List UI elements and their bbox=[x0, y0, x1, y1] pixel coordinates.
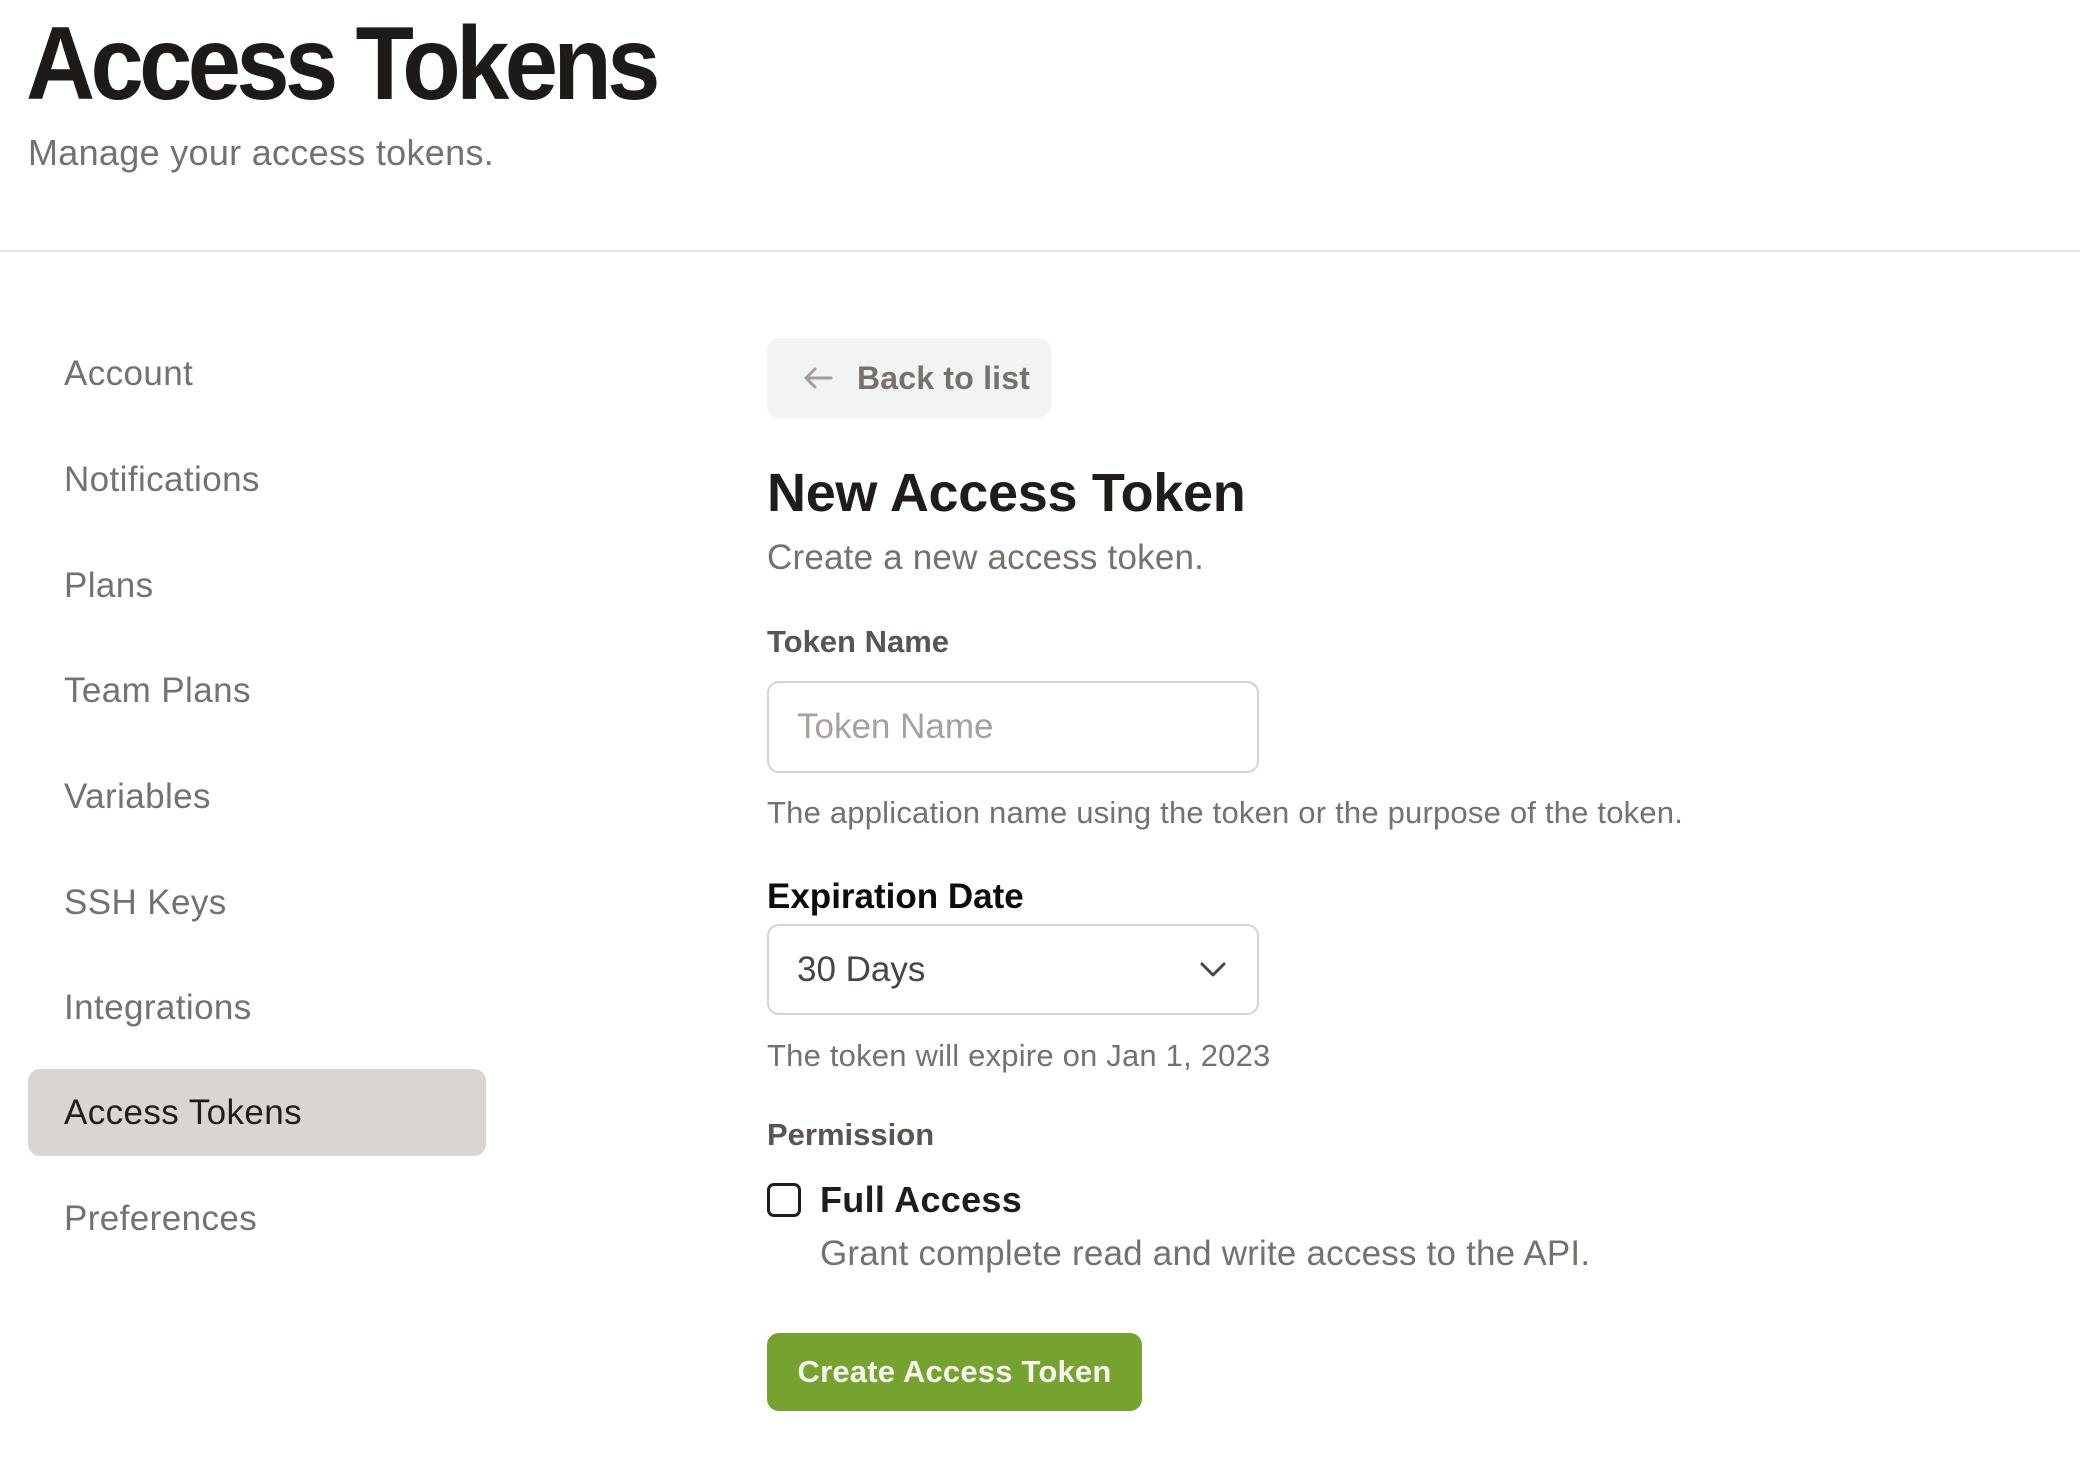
expiration-date-value: 30 Days bbox=[797, 949, 926, 989]
sidebar-item-notifications[interactable]: Notifications bbox=[28, 436, 486, 523]
sidebar-item-account[interactable]: Account bbox=[28, 330, 486, 417]
sidebar-item-variables[interactable]: Variables bbox=[28, 753, 486, 840]
back-to-list-button[interactable]: Back to list bbox=[767, 338, 1051, 418]
expiration-date-select[interactable]: 30 Days bbox=[767, 924, 1259, 1015]
form-subtitle: Create a new access token. bbox=[767, 538, 1205, 577]
page-title: Access Tokens bbox=[26, 6, 660, 122]
full-access-checkbox[interactable] bbox=[767, 1183, 801, 1217]
expiration-date-label: Expiration Date bbox=[767, 877, 1024, 916]
token-name-helper: The application name using the token or … bbox=[767, 795, 1684, 830]
token-name-input[interactable] bbox=[767, 681, 1259, 773]
arrow-left-icon bbox=[804, 367, 833, 389]
chevron-down-icon bbox=[1200, 962, 1226, 977]
sidebar-item-integrations[interactable]: Integrations bbox=[28, 964, 486, 1051]
sidebar-item-ssh-keys[interactable]: SSH Keys bbox=[28, 859, 486, 946]
full-access-description: Grant complete read and write access to … bbox=[820, 1234, 1591, 1273]
back-to-list-label: Back to list bbox=[857, 359, 1031, 396]
permission-label: Permission bbox=[767, 1117, 935, 1152]
full-access-label[interactable]: Full Access bbox=[820, 1178, 1022, 1222]
token-name-label: Token Name bbox=[767, 624, 950, 659]
sidebar-item-preferences[interactable]: Preferences bbox=[28, 1175, 486, 1262]
page-subtitle: Manage your access tokens. bbox=[28, 132, 495, 173]
sidebar-item-access-tokens[interactable]: Access Tokens bbox=[28, 1069, 486, 1156]
create-access-token-button[interactable]: Create Access Token bbox=[767, 1333, 1142, 1411]
main-content: Back to list New Access Token Create a n… bbox=[767, 0, 1967, 1474]
expiration-helper: The token will expire on Jan 1, 2023 bbox=[767, 1038, 1271, 1073]
sidebar-item-plans[interactable]: Plans bbox=[28, 542, 486, 629]
form-title: New Access Token bbox=[767, 463, 1246, 523]
sidebar-item-team-plans[interactable]: Team Plans bbox=[28, 647, 486, 734]
